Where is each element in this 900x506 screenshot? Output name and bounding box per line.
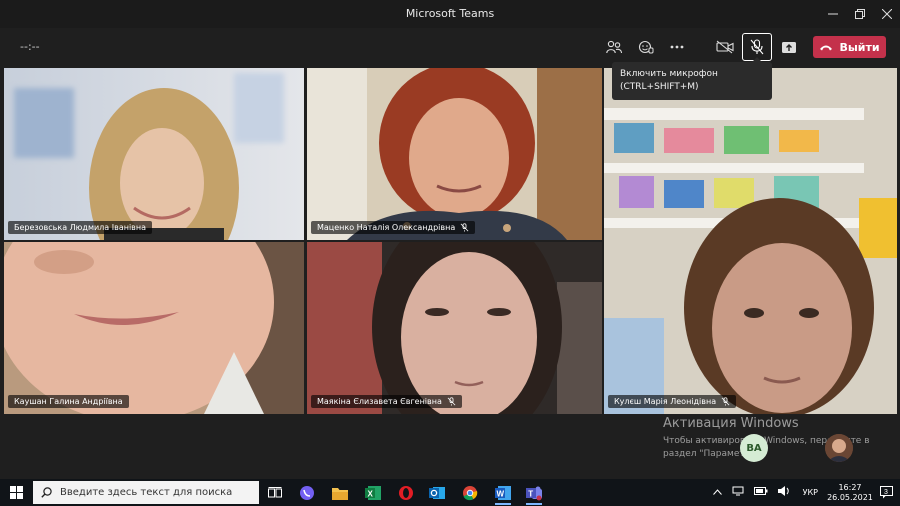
video-grid: Березовська Людмила Іванівна Маценко Нат… xyxy=(4,68,897,414)
restore-icon xyxy=(855,9,865,19)
participant-video xyxy=(307,242,602,414)
taskbar-search-box[interactable]: Введите здесь текст для поиска xyxy=(33,481,259,504)
participant-name-tag: Маценко Наталія Олександрівна xyxy=(311,221,476,234)
clock-time: 16:27 xyxy=(838,482,862,492)
chevron-up-icon xyxy=(712,488,722,495)
participant-name-tag: Каушан Галина Андріївна xyxy=(8,395,129,408)
minimize-button[interactable] xyxy=(818,0,848,28)
participant-name: Березовська Людмила Іванівна xyxy=(14,223,147,232)
participants-button[interactable] xyxy=(599,33,629,61)
participant-video xyxy=(4,68,304,240)
network-icon xyxy=(732,486,744,496)
taskbar-app-chrome[interactable] xyxy=(455,479,485,506)
close-icon xyxy=(882,9,892,19)
teams-icon: T xyxy=(526,486,542,500)
participant-name: Каушан Галина Андріївна xyxy=(14,397,123,406)
close-button[interactable] xyxy=(872,0,900,28)
task-view-icon xyxy=(268,486,282,497)
viber-icon xyxy=(300,485,314,500)
hang-up-icon xyxy=(820,45,833,51)
taskbar-app-outlook[interactable] xyxy=(422,479,452,506)
participant-video xyxy=(4,242,304,414)
windows-taskbar: Введите здесь текст для поиска X W T УКР… xyxy=(0,479,900,506)
minimize-icon xyxy=(828,13,838,15)
more-icon xyxy=(670,45,684,49)
participant-video xyxy=(307,68,602,240)
participant-name-tag: Маякіна Єлизавета Євгенівна xyxy=(311,395,462,408)
video-tile[interactable]: Маякіна Єлизавета Євгенівна xyxy=(307,242,602,414)
search-icon xyxy=(41,487,52,498)
network-button[interactable] xyxy=(732,486,744,499)
activation-title: Активация Windows xyxy=(663,416,799,431)
participant-video xyxy=(604,68,897,414)
video-tile[interactable]: Каушан Галина Андріївна xyxy=(4,242,304,414)
video-tile[interactable]: Маценко Наталія Олександрівна xyxy=(307,68,602,240)
excel-icon: X xyxy=(365,485,381,500)
window-title: Microsoft Teams xyxy=(405,7,495,20)
notification-count: 3 xyxy=(884,489,888,496)
taskbar-app-explorer[interactable] xyxy=(325,479,355,506)
notifications-icon: 3 xyxy=(880,486,893,499)
battery-button[interactable] xyxy=(753,487,768,498)
svg-text:W: W xyxy=(497,489,505,498)
taskbar-app-opera[interactable] xyxy=(391,479,421,506)
search-placeholder: Введите здесь текст для поиска xyxy=(60,487,233,498)
meeting-timer: --:-- xyxy=(20,40,40,53)
taskbar-app-viber[interactable] xyxy=(292,479,322,506)
participant-name-tag: Березовська Людмила Іванівна xyxy=(8,221,153,234)
avatar-photo-image xyxy=(825,434,853,462)
opera-icon xyxy=(399,485,413,500)
participant-name: Кулєш Марія Леонідівна xyxy=(614,397,717,406)
svg-text:X: X xyxy=(368,489,374,498)
reactions-button[interactable] xyxy=(631,33,661,61)
taskbar-clock[interactable]: 16:27 26.05.2021 xyxy=(826,483,874,503)
taskbar-app-word[interactable]: W xyxy=(488,479,518,506)
taskbar-app-excel[interactable]: X xyxy=(358,479,388,506)
muted-mic-icon xyxy=(460,223,469,232)
system-tray: УКР 16:27 26.05.2021 3 xyxy=(708,479,900,506)
show-hidden-icons-button[interactable] xyxy=(712,488,722,498)
tooltip-shortcut: (CTRL+SHIFT+M) xyxy=(620,82,699,92)
leave-button[interactable]: Выйти xyxy=(813,36,886,58)
more-actions-button[interactable] xyxy=(662,33,692,61)
outlook-icon xyxy=(429,486,445,499)
battery-icon xyxy=(753,487,768,495)
camera-off-icon xyxy=(716,40,734,54)
self-avatar[interactable]: ВА xyxy=(740,434,768,462)
share-tray-icon xyxy=(782,42,796,53)
participants-icon xyxy=(606,40,622,54)
participant-name: Маякіна Єлизавета Євгенівна xyxy=(317,397,442,406)
muted-mic-icon xyxy=(721,397,730,406)
video-tile[interactable]: Березовська Людмила Іванівна xyxy=(4,68,304,240)
input-language[interactable]: УКР xyxy=(803,488,818,497)
microphone-off-icon xyxy=(750,39,764,55)
microphone-tooltip: Включить микрофон (CTRL+SHIFT+M) xyxy=(612,57,772,100)
window-titlebar: Microsoft Teams xyxy=(0,0,900,28)
tooltip-title: Включить микрофон xyxy=(620,69,718,79)
restore-button[interactable] xyxy=(845,0,875,28)
leave-label: Выйти xyxy=(839,40,880,54)
raise-hand-icon xyxy=(638,40,654,54)
task-view-button[interactable] xyxy=(260,479,290,506)
camera-toggle-button[interactable] xyxy=(710,33,740,61)
start-button[interactable] xyxy=(0,479,32,506)
video-tile[interactable]: Кулєш Марія Леонідівна xyxy=(604,68,897,414)
svg-text:T: T xyxy=(528,489,533,498)
clock-date: 26.05.2021 xyxy=(827,492,873,502)
folder-icon xyxy=(332,487,348,500)
chrome-icon xyxy=(463,485,478,500)
volume-button[interactable] xyxy=(777,486,790,499)
participant-name-tag: Кулєш Марія Леонідівна xyxy=(608,395,737,408)
windows-logo-icon xyxy=(9,486,23,499)
word-icon: W xyxy=(495,485,511,500)
meeting-toolbar: --:-- Выйти xyxy=(0,28,900,66)
participant-avatar[interactable] xyxy=(825,434,853,462)
speaker-icon xyxy=(777,486,789,496)
action-center-button[interactable]: 3 xyxy=(874,479,900,506)
share-screen-button[interactable] xyxy=(774,33,804,61)
muted-mic-icon xyxy=(447,397,456,406)
taskbar-app-teams[interactable]: T xyxy=(519,479,549,506)
participant-name: Маценко Наталія Олександрівна xyxy=(317,223,456,232)
